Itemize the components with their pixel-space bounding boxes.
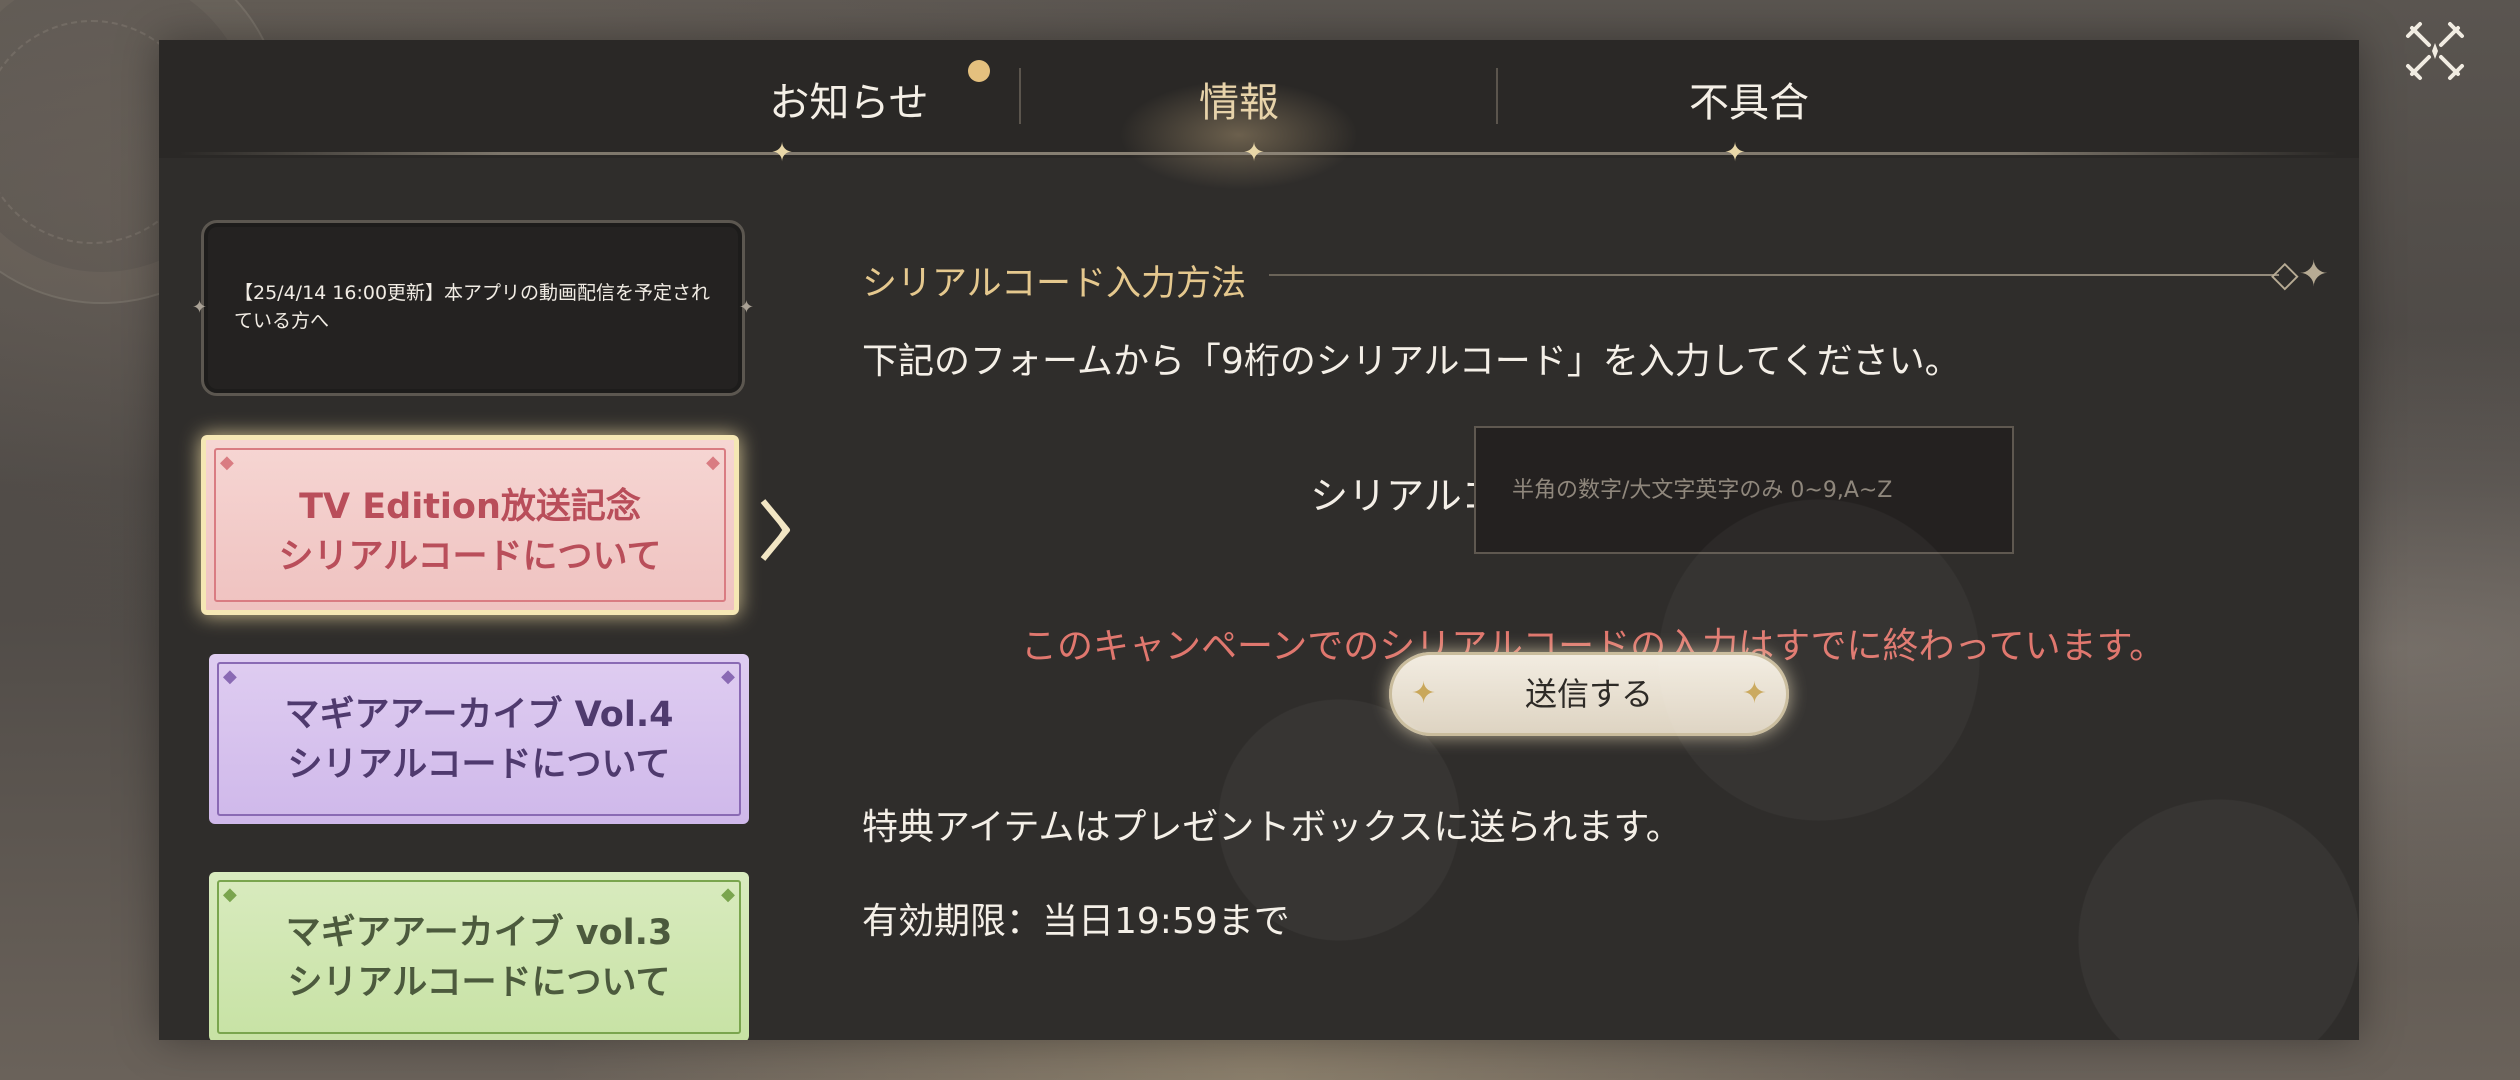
tab-bar: お知らせ 情報 不具合 ✦ ✦ ✦: [159, 40, 2359, 190]
news-item-label: 【25/4/14 16:00更新】本アプリの動画配信を予定されている方へ: [234, 282, 711, 332]
banner-tv-edition-serial[interactable]: ◆ ◆ TV Edition放送記念 シリアルコードについて: [201, 435, 739, 615]
news-item-video-streaming[interactable]: ✦ ✦ 【25/4/14 16:00更新】本アプリの動画配信を予定されている方へ: [192, 220, 754, 396]
banner-title-line1: マギアアーカイブ Vol.4: [284, 695, 674, 735]
banner-title: マギアアーカイブ Vol.4 シリアルコードについて: [209, 690, 749, 790]
banner-title: TV Edition放送記念 シリアルコードについて: [206, 482, 734, 582]
selected-arrow-icon: [760, 499, 790, 561]
banner-magia-archive-vol3[interactable]: ◆ ◆ マギアアーカイブ vol.3 シリアルコードについて: [209, 872, 749, 1040]
sparkle-icon: ✦: [738, 297, 754, 318]
sparkle-icon: ✦: [1411, 676, 1437, 711]
banner-magia-archive-vol4[interactable]: ◆ ◆ マギアアーカイブ Vol.4 シリアルコードについて: [209, 654, 749, 824]
sparkle-icon: ✦: [192, 297, 208, 318]
expiry-note: 有効期限：当日19:59まで: [862, 901, 1290, 942]
ornament-icon: ◆: [223, 884, 237, 905]
tab-separator: [1496, 68, 1498, 124]
serial-code-input[interactable]: [1474, 426, 2014, 554]
banner-title-line2: シリアルコードについて: [287, 745, 671, 785]
close-button[interactable]: [2402, 18, 2468, 84]
banner-title-line1: TV Edition放送記念: [299, 487, 641, 527]
sparkle-icon: ✦: [1243, 138, 1265, 168]
tab-separator: [1019, 68, 1021, 124]
section-divider: [1269, 274, 2279, 276]
submit-button[interactable]: ✦ 送信する ✦: [1389, 652, 1789, 736]
sparkle-icon: ✦: [1724, 138, 1746, 168]
info-panel: お知らせ 情報 不具合 ✦ ✦ ✦ ✦ ✦ 【25/4/14 16:00更新】本…: [159, 40, 2359, 1040]
present-box-note: 特典アイテムはプレゼントボックスに送られます。: [862, 807, 1682, 848]
sparkle-icon: ✦: [771, 138, 793, 168]
ornament-icon: ◆: [721, 884, 735, 905]
banner-title-line2: シリアルコードについて: [287, 963, 671, 1003]
ornament-icon: ◆: [721, 666, 735, 687]
tab-info[interactable]: 情報: [1099, 70, 1379, 130]
submit-button-label: 送信する: [1524, 675, 1653, 713]
banner-title: マギアアーカイブ vol.3 シリアルコードについて: [209, 908, 749, 1008]
notification-badge: [968, 60, 990, 82]
tab-notices[interactable]: お知らせ: [699, 70, 999, 130]
tab-bugs[interactable]: 不具合: [1609, 70, 1889, 130]
banner-title-line1: マギアアーカイブ vol.3: [285, 913, 673, 953]
sparkle-icon: ✦: [1741, 676, 1767, 711]
ornament-icon: ◆: [223, 666, 237, 687]
ornament-icon: ◆: [220, 452, 234, 473]
instructions-text: 下記のフォームから「9桁のシリアルコード」を入力してください。: [862, 341, 1961, 382]
ornament-icon: ◆: [706, 452, 720, 473]
section-title: シリアルコード入力方法: [862, 264, 1246, 304]
banner-title-line2: シリアルコードについて: [278, 537, 662, 577]
diamond-ornament-icon: ◇✦: [2271, 254, 2329, 295]
close-icon: [2406, 22, 2464, 80]
